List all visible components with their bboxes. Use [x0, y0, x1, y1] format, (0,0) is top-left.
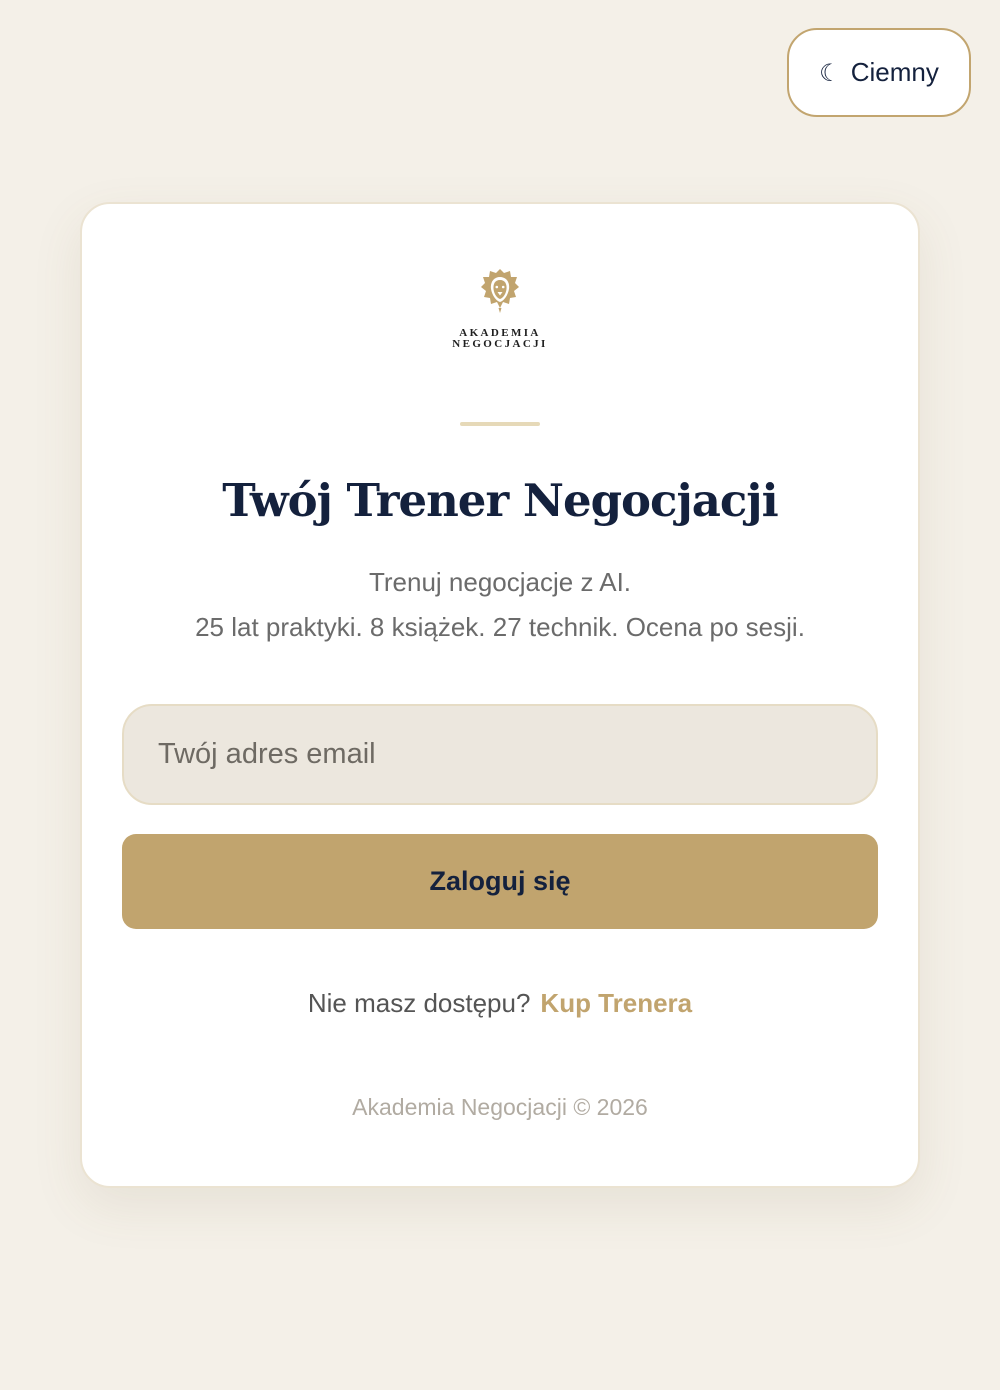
- footer-copyright: Akademia Negocjacji © 2026: [352, 1094, 648, 1120]
- logo-text: AKADEMIA NEGOCJACJI: [452, 328, 548, 350]
- theme-toggle-label: Ciemny: [850, 57, 939, 87]
- logo-line-2: NEGOCJACJI: [452, 338, 548, 350]
- logo: AKADEMIA NEGOCJACJI: [82, 268, 918, 350]
- login-button[interactable]: Zaloguj się: [122, 834, 878, 929]
- buy-trainer-link[interactable]: Kup Trenera: [540, 988, 692, 1018]
- theme-toggle-button[interactable]: ☾ Ciemny: [787, 28, 971, 117]
- email-field[interactable]: [122, 704, 878, 805]
- no-access-text: Nie masz dostępu?: [307, 988, 531, 1018]
- lion-icon: [481, 269, 519, 313]
- moon-icon: ☾: [819, 58, 841, 87]
- subtitle-line-1: Trenuj negocjacje z AI.: [368, 567, 632, 597]
- subtitle-line-2: 25 lat praktyki. 8 książek. 27 technik. …: [195, 612, 805, 642]
- no-access-row: Nie masz dostępu? Kup Trenera: [82, 988, 918, 1019]
- page-title: Twój Trener Negocjacji: [222, 474, 778, 527]
- subtitle: Trenuj negocjacje z AI. 25 lat praktyki.…: [82, 560, 918, 650]
- divider: [460, 422, 540, 426]
- login-card: AKADEMIA NEGOCJACJI Twój Trener Negocjac…: [80, 202, 920, 1188]
